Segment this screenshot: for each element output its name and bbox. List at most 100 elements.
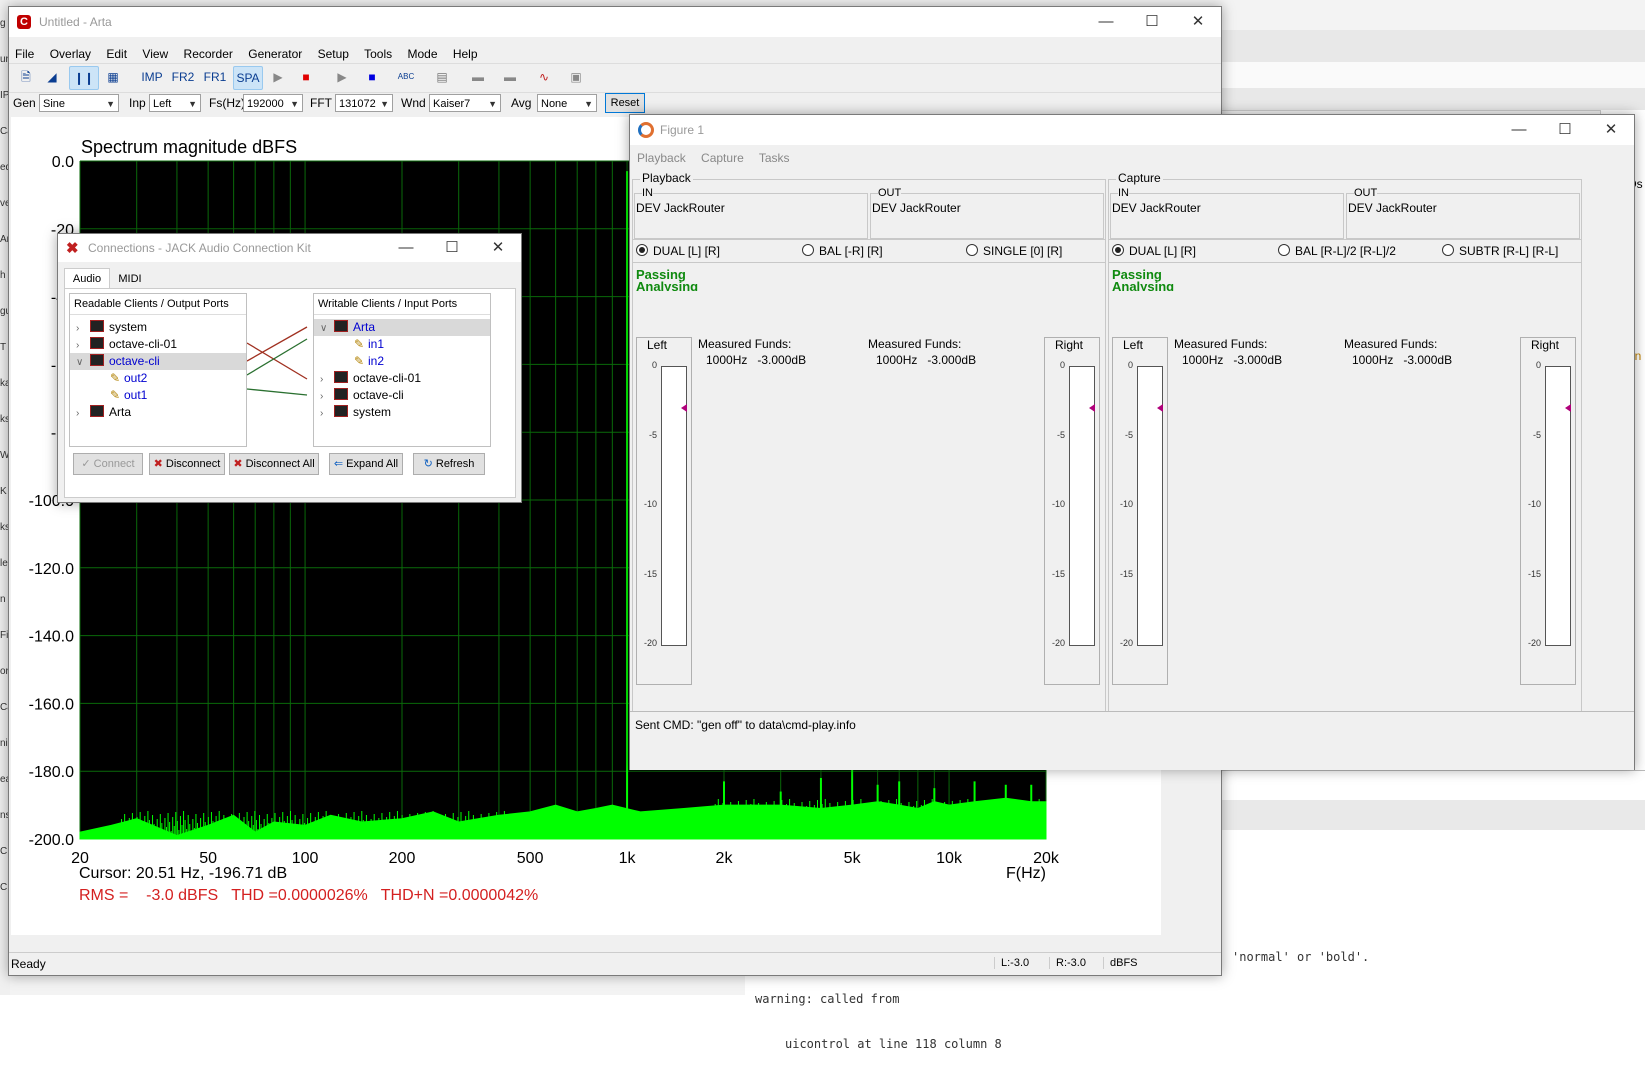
close-button[interactable]: ✕ (1175, 7, 1221, 37)
avg-value: None (541, 98, 568, 110)
client-icon (334, 320, 348, 332)
connect-label: Connect (93, 458, 135, 470)
new-file-icon[interactable]: 🗎 (15, 66, 37, 88)
port-item[interactable]: ✎ in1 (354, 337, 384, 351)
client-icon (90, 354, 104, 366)
arta-titlebar[interactable]: C Untitled - Arta — ☐ ✕ (9, 7, 1221, 37)
playback-out-label: OUT (878, 187, 902, 199)
pattern-icon[interactable]: ▤ (429, 66, 455, 88)
fr2-button[interactable]: FR2 (169, 66, 197, 88)
fft-select[interactable]: 131072 ▼ (335, 94, 393, 112)
menu-help[interactable]: Help (453, 47, 478, 61)
disconnect-button[interactable]: ✖ Disconnect (149, 453, 225, 475)
x-axis-label: F(Hz) (1006, 865, 1046, 882)
capture-funds-value-b: 1000Hz -3.000dB (1352, 353, 1453, 367)
client-icon (334, 405, 348, 417)
pause-icon[interactable]: ❙❙ (69, 66, 99, 90)
figure-titlebar[interactable]: Figure 1 — ☐ ✕ (630, 115, 1634, 145)
chevron-right-icon[interactable]: › (76, 408, 88, 419)
client-item[interactable]: › Arta (76, 405, 131, 419)
tree-item-label: Arta (353, 320, 376, 334)
playback-panel: Playback IN DEV JackRouter OUT DEV JackRoute… (632, 171, 1106, 713)
reset-button[interactable]: Reset (605, 93, 645, 113)
play-icon[interactable]: ▶ (267, 66, 289, 88)
menu-capture[interactable]: Capture (701, 151, 744, 165)
expand-all-button[interactable]: ⇐ Expand All (329, 453, 403, 475)
menu-file[interactable]: File (15, 47, 34, 61)
maximize-button[interactable]: ☐ (1542, 115, 1588, 145)
menu-view[interactable]: View (142, 47, 168, 61)
client-item[interactable]: › octave-cli-01 (76, 337, 177, 351)
capture-radio-2[interactable]: SUBTR [R-L] [R-L] (1442, 243, 1558, 258)
box-icon[interactable]: ▬ (497, 66, 523, 88)
abc-icon[interactable]: ABC (393, 66, 419, 88)
avg-select[interactable]: None ▼ (537, 94, 597, 112)
disconnect-all-button[interactable]: ✖ Disconnect All (229, 453, 319, 475)
tab-midi[interactable]: MIDI (110, 270, 150, 288)
client-item[interactable]: › system (320, 405, 391, 419)
client-item[interactable]: › octave-cli (320, 388, 404, 402)
minimize-button[interactable]: — (1083, 7, 1129, 37)
capture-radio-1[interactable]: BAL [R-L]/2 [R-L]/2 (1278, 243, 1396, 258)
menu-playback[interactable]: Playback (637, 151, 686, 165)
output-ports-tree[interactable]: Readable Clients / Output Ports › system ›… (69, 293, 247, 447)
fs-select[interactable]: 192000 ▼ (243, 94, 303, 112)
close-button[interactable]: ✕ (475, 234, 521, 262)
stop-icon[interactable]: ■ (295, 66, 317, 88)
client-item[interactable]: › system (76, 320, 147, 334)
open-file-icon[interactable]: ◢ (41, 66, 63, 88)
menu-tools[interactable]: Tools (364, 47, 392, 61)
menu-edit[interactable]: Edit (106, 47, 127, 61)
port-item[interactable]: ✎ out2 (110, 371, 147, 385)
menu-recorder[interactable]: Recorder (184, 47, 233, 61)
chevron-right-icon[interactable]: › (76, 323, 88, 334)
menu-mode[interactable]: Mode (407, 47, 437, 61)
port-item[interactable]: ✎ out1 (110, 388, 147, 402)
client-item[interactable]: ∨ octave-cli (76, 354, 160, 368)
client-icon (90, 337, 104, 349)
rounded-box-icon[interactable]: ▣ (563, 66, 589, 88)
client-item[interactable]: ∨ Arta (320, 320, 375, 334)
tab-audio[interactable]: Audio (64, 268, 110, 289)
chevron-right-icon[interactable]: › (320, 391, 332, 402)
spa-button[interactable]: SPA (233, 66, 263, 90)
fr1-button[interactable]: FR1 (201, 66, 229, 88)
close-button[interactable]: ✕ (1588, 115, 1634, 145)
wnd-select[interactable]: Kaiser7 ▼ (429, 94, 501, 112)
x-tick-label: 2k (716, 850, 734, 867)
maximize-button[interactable]: ☐ (1129, 7, 1175, 37)
capture-status-analysing: Analysing (1112, 279, 1175, 291)
port-item[interactable]: ✎ in2 (354, 354, 384, 368)
playback-radio-0[interactable]: DUAL [L] [R] (636, 243, 720, 258)
imp-button[interactable]: IMP (139, 66, 165, 88)
chevron-right-icon[interactable]: › (320, 374, 332, 385)
chevron-right-icon[interactable]: › (320, 408, 332, 419)
client-item[interactable]: › octave-cli-01 (320, 371, 421, 385)
playback-radio-1[interactable]: BAL [-R] [R] (802, 243, 883, 258)
chevron-right-icon[interactable]: › (76, 340, 88, 351)
input-ports-tree[interactable]: Writable Clients / Input Ports ∨ Arta ✎ in1… (313, 293, 491, 447)
jack-titlebar[interactable]: ✖ Connections - JACK Audio Connection Ki… (58, 234, 521, 262)
chevron-down-icon[interactable]: ∨ (76, 357, 88, 368)
cable-icon[interactable]: ▬ (465, 66, 491, 88)
tab-audio-label: Audio (72, 273, 102, 285)
minimize-button[interactable]: — (1496, 115, 1542, 145)
gen-select[interactable]: Sine ▼ (39, 94, 119, 112)
menu-setup[interactable]: Setup (318, 47, 349, 61)
connect-button[interactable]: ✓ Connect (73, 453, 143, 475)
menu-generator[interactable]: Generator (248, 47, 302, 61)
table-icon[interactable]: ▦ (101, 66, 125, 88)
menu-overlay[interactable]: Overlay (50, 47, 91, 61)
scope-icon[interactable]: ∿ (531, 66, 557, 88)
x-tick-label: 10k (936, 850, 963, 867)
capture-radio-0[interactable]: DUAL [L] [R] (1112, 243, 1196, 258)
play-2-icon[interactable]: ▶ (331, 66, 353, 88)
playback-radio-2[interactable]: SINGLE [0] [R] (966, 243, 1062, 258)
inp-select[interactable]: Left ▼ (149, 94, 201, 112)
chevron-down-icon[interactable]: ∨ (320, 323, 332, 334)
stop-2-icon[interactable]: ■ (361, 66, 383, 88)
refresh-button[interactable]: ↻ Refresh (413, 453, 485, 475)
maximize-button[interactable]: ☐ (429, 234, 475, 262)
menu-tasks[interactable]: Tasks (759, 151, 790, 165)
minimize-button[interactable]: — (383, 234, 429, 262)
